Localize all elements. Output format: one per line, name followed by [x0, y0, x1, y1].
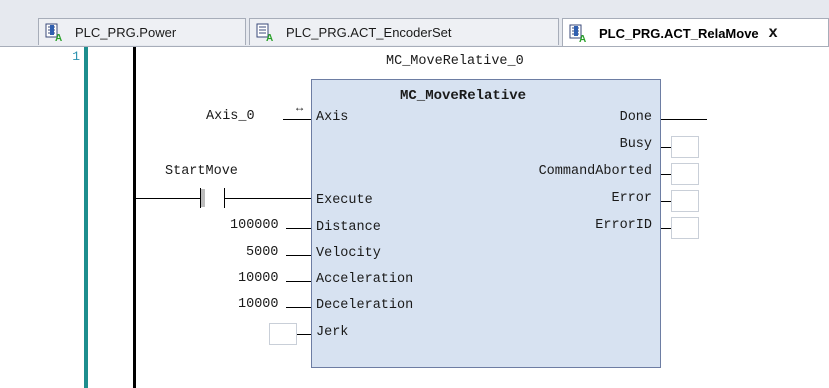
- output-box-busy[interactable]: [671, 136, 699, 158]
- input-wire-jerk: [297, 334, 311, 335]
- pin-velocity: Velocity: [316, 246, 381, 261]
- tab-plc-prg-act-encoderset[interactable]: A PLC_PRG.ACT_EncoderSet: [249, 18, 559, 45]
- close-icon[interactable]: x: [769, 24, 778, 42]
- function-block-type: MC_MoveRelative: [400, 88, 527, 104]
- input-wire-acceleration: [286, 281, 311, 282]
- contact-variable[interactable]: StartMove: [165, 164, 238, 179]
- input-wire-deceleration: [286, 307, 311, 308]
- tab-plc-prg-power[interactable]: A PLC_PRG.Power: [38, 18, 246, 45]
- pin-errorid: ErrorID: [595, 218, 652, 233]
- pin-done: Done: [619, 110, 652, 125]
- svg-text:A: A: [579, 34, 586, 43]
- pin-axis: Axis: [316, 110, 349, 125]
- svg-text:A: A: [266, 33, 273, 42]
- input-value-distance[interactable]: 100000: [230, 218, 279, 233]
- left-power-rail: [133, 47, 136, 388]
- output-box-errorid[interactable]: [671, 217, 699, 239]
- pin-jerk: Jerk: [316, 325, 349, 340]
- tab-label: PLC_PRG.Power: [75, 24, 177, 40]
- program-icon: A: [45, 22, 65, 44]
- pin-deceleration: Deceleration: [316, 298, 414, 313]
- tab-label: PLC_PRG.ACT_RelaMove: [599, 25, 759, 41]
- contact-shade: [201, 189, 205, 207]
- action-icon: A: [256, 22, 276, 44]
- output-wire-busy: [661, 147, 671, 148]
- network-marker: [84, 47, 88, 388]
- input-wire-axis: [283, 119, 311, 120]
- instance-name[interactable]: MC_MoveRelative_0: [386, 54, 524, 69]
- program-icon: A: [569, 23, 589, 45]
- output-wire-errorid: [661, 228, 671, 229]
- svg-text:A: A: [55, 33, 62, 42]
- input-wire-distance: [286, 228, 311, 229]
- pin-distance: Distance: [316, 220, 381, 235]
- input-value-acceleration[interactable]: 10000: [238, 271, 279, 286]
- tab-plc-prg-act-relamove[interactable]: A PLC_PRG.ACT_RelaMove x: [562, 18, 829, 47]
- line-gutter: 1: [0, 47, 84, 388]
- input-wire-velocity: [286, 255, 311, 256]
- pin-acceleration: Acceleration: [316, 272, 414, 287]
- pin-execute: Execute: [316, 193, 373, 208]
- ladder-editor[interactable]: 1 MC_MoveRelative_0 Axis_0 ↔ StartMove 1…: [0, 46, 829, 388]
- output-wire-done: [661, 119, 707, 120]
- pin-commandaborted: CommandAborted: [538, 164, 652, 179]
- function-block[interactable]: MC_MoveRelative Axis Execute Distance Ve…: [311, 79, 661, 368]
- rung-wire-right: [225, 198, 311, 199]
- output-box-commandaborted[interactable]: [671, 163, 699, 185]
- output-wire-error: [661, 201, 671, 202]
- tab-label: PLC_PRG.ACT_EncoderSet: [286, 24, 452, 40]
- output-wire-commandaborted: [661, 174, 671, 175]
- rung-wire-left: [136, 198, 200, 199]
- output-box-error[interactable]: [671, 190, 699, 212]
- pin-busy: Busy: [619, 137, 652, 152]
- input-value-axis[interactable]: Axis_0: [206, 109, 255, 124]
- input-value-deceleration[interactable]: 10000: [238, 297, 279, 312]
- input-box-jerk[interactable]: [269, 323, 297, 345]
- line-number: 1: [72, 49, 80, 64]
- reference-arrow-icon: ↔: [296, 101, 304, 115]
- pin-error: Error: [611, 191, 652, 206]
- input-value-velocity[interactable]: 5000: [246, 245, 278, 260]
- editor-tab-bar: A PLC_PRG.Power A PLC_PRG.ACT_EncoderSet: [0, 0, 829, 47]
